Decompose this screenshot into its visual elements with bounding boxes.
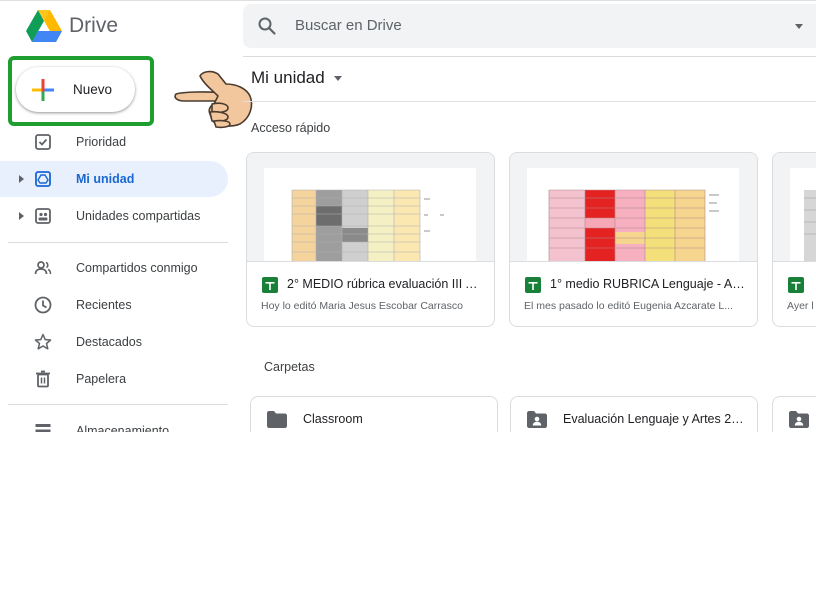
top-border [0, 0, 816, 1]
file-name: 2° MEDIO rúbrica evaluación III Art... [287, 277, 483, 291]
file-name: 1° medio RUBRICA Lenguaje - Arte... [550, 277, 746, 291]
shared-folder-icon [527, 411, 547, 428]
sidebar-divider [8, 404, 228, 405]
multicolor-plus-icon [32, 79, 54, 101]
app-name[interactable]: Drive [69, 14, 118, 38]
folder-item[interactable]: Evaluación Lenguaje y Artes 2° ... [510, 396, 758, 432]
page-title[interactable]: Mi unidad [251, 68, 325, 88]
sidebar-item-almacenamiento[interactable]: Almacenamiento [0, 413, 228, 432]
sidebar-item-recientes[interactable]: Recientes [0, 287, 228, 323]
chevron-down-icon[interactable] [334, 76, 342, 81]
sidebar-item-unidades-compartidas[interactable]: Unidades compartidas [0, 198, 228, 234]
sidebar-item-compartidos-conmigo[interactable]: Compartidos conmigo [0, 250, 228, 286]
folder-icon [267, 411, 287, 428]
folder-item[interactable]: Classroom [250, 396, 498, 432]
quick-access-card[interactable]: Ayer l [772, 152, 816, 327]
drive-logo-icon[interactable] [26, 10, 62, 42]
quick-access-card[interactable]: 2° MEDIO rúbrica evaluación III Art... H… [246, 152, 495, 327]
file-thumbnail [247, 153, 494, 262]
drive-window: Drive Buscar en Drive Nuevo Prioridad Mi… [0, 0, 816, 432]
file-thumbnail [773, 153, 816, 262]
quick-access-heading: Acceso rápido [251, 121, 331, 135]
folders-heading: Carpetas [264, 360, 315, 374]
sidebar-divider [8, 242, 228, 243]
file-thumbnail [510, 153, 757, 262]
spreadsheet-thumbnail [264, 168, 476, 261]
expand-arrow-icon[interactable] [19, 212, 24, 220]
folder-name: Evaluación Lenguaje y Artes 2° ... [563, 412, 747, 426]
new-button-label: Nuevo [73, 82, 113, 97]
sheets-file-icon [788, 277, 804, 293]
sidebar-item-prioridad[interactable]: Prioridad [0, 124, 228, 160]
trash-icon [36, 370, 50, 388]
spreadsheet-thumbnail [790, 168, 816, 261]
shared-folder-icon [789, 411, 809, 428]
priority-check-icon [35, 134, 51, 150]
sidebar-item-label: Almacenamiento [76, 424, 170, 432]
my-drive-icon [35, 171, 51, 187]
sidebar-item-label: Mi unidad [76, 172, 135, 186]
quick-access-card[interactable]: 1° medio RUBRICA Lenguaje - Arte... El m… [509, 152, 758, 327]
sheets-file-icon [262, 277, 278, 293]
expand-arrow-icon[interactable] [19, 175, 24, 183]
search-options-dropdown-icon[interactable] [795, 24, 803, 29]
folder-item[interactable] [772, 396, 816, 432]
sidebar-item-label: Compartidos conmigo [76, 261, 198, 275]
sheets-file-icon [525, 277, 541, 293]
header-divider [243, 56, 816, 57]
sidebar-item-mi-unidad[interactable]: Mi unidad [0, 161, 228, 197]
search-bar[interactable]: Buscar en Drive [243, 4, 816, 48]
file-edit-info: Ayer l [787, 300, 814, 312]
pointing-hand-icon [174, 70, 253, 129]
sidebar-item-label: Recientes [76, 298, 132, 312]
search-icon[interactable] [257, 16, 277, 36]
file-edit-info: El mes pasado lo editó Eugenia Azcarate … [524, 300, 733, 312]
clock-icon [34, 296, 52, 314]
sidebar-item-label: Destacados [76, 335, 143, 349]
spreadsheet-thumbnail [527, 168, 739, 261]
star-icon [34, 333, 52, 350]
sidebar-item-label: Unidades compartidas [76, 209, 201, 223]
people-icon [34, 261, 52, 275]
shared-drives-icon [35, 208, 51, 224]
sidebar-item-papelera[interactable]: Papelera [0, 361, 228, 397]
sidebar-item-destacados[interactable]: Destacados [0, 324, 228, 360]
storage-icon [35, 424, 51, 432]
folder-name: Classroom [303, 412, 363, 426]
file-edit-info: Hoy lo editó Maria Jesus Escobar Carrasc… [261, 300, 463, 312]
main-divider [243, 101, 816, 102]
sidebar-item-label: Prioridad [76, 135, 127, 149]
new-button[interactable]: Nuevo [16, 67, 135, 112]
sidebar-item-label: Papelera [76, 372, 127, 386]
search-input[interactable]: Buscar en Drive [295, 17, 402, 34]
